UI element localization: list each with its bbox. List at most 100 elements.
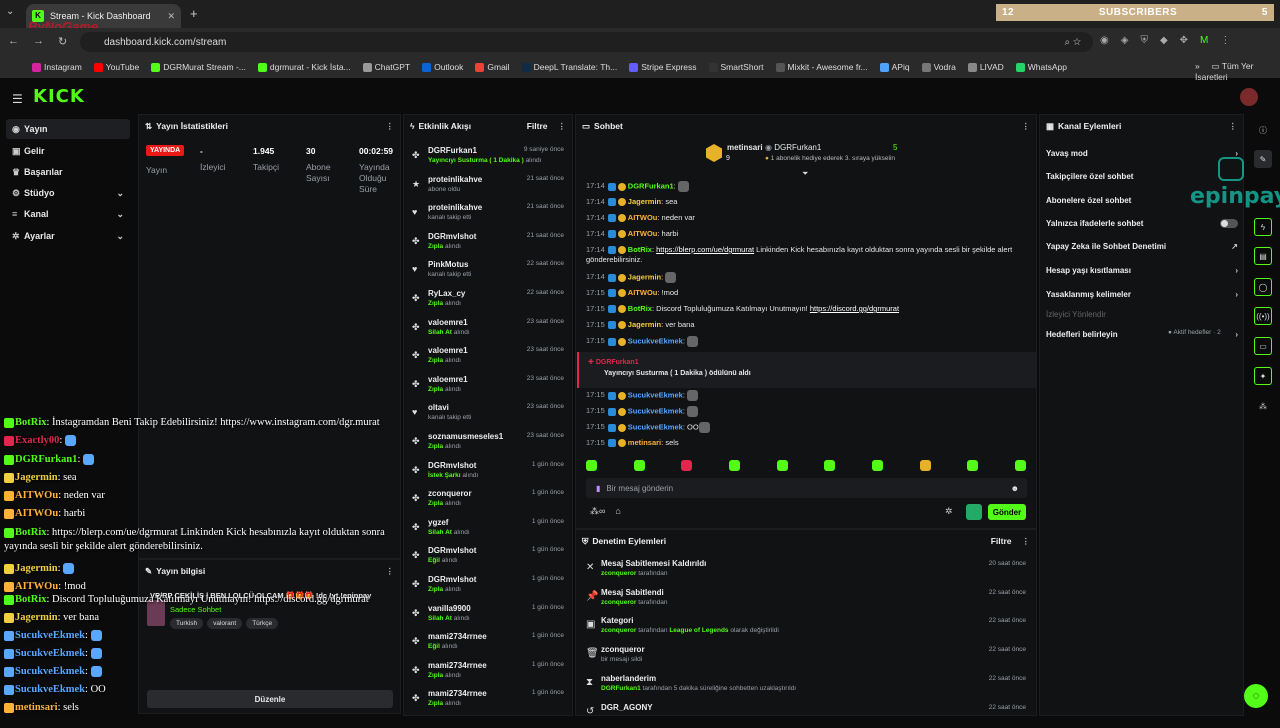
tag-chip[interactable]: Türkçe	[246, 618, 279, 629]
activity-item[interactable]: ✤ valoemre1 Zıpla alındı 23 saat önce	[408, 342, 568, 370]
moderation-user[interactable]: DGRFurkan1	[601, 685, 641, 692]
moderation-user[interactable]: zconqueror	[601, 570, 636, 577]
moderation-item[interactable]: ⧗ naberlanderim DGRFurkan1 tarafından 5 da…	[582, 671, 1032, 699]
activity-item[interactable]: ✤ vanilla9900 Silah At alındı 1 gün önce	[408, 600, 568, 628]
sidebar-item-studyo[interactable]: ⚙ Stüdyo ⌄	[6, 183, 130, 203]
document-icon[interactable]: ▤	[1254, 247, 1272, 265]
back-icon[interactable]: ←	[8, 35, 19, 48]
support-chat-icon[interactable]: ◌	[1244, 684, 1268, 708]
activity-user[interactable]: valoemre1	[428, 346, 468, 355]
monitor-icon[interactable]: ▭	[1254, 337, 1272, 355]
channel-action-item[interactable]: Yavaş mod ›	[1046, 143, 1238, 163]
activity-item[interactable]: ✤ mami2734rrnee Zıpla alındı 1 gün önce	[408, 657, 568, 685]
emote-icon[interactable]	[586, 460, 597, 471]
moderation-user[interactable]: zconqueror	[601, 627, 636, 634]
bookmark-item[interactable]: DeepL Translate: Th...	[521, 62, 617, 72]
pinned-gifter[interactable]: ◉ DGRFurkan1	[765, 143, 821, 152]
chat-message[interactable]: 17:14 AITWOu: neden var	[586, 213, 1031, 223]
chat-message[interactable]: 17:15 SucukveEkmek:	[586, 406, 1031, 417]
activity-item[interactable]: ✤ DGRmvlshot Zıpla alındı 21 saat önce	[408, 228, 568, 256]
bookmark-item[interactable]: dgrmurat - Kick İsta...	[257, 62, 351, 72]
puzzle-icon[interactable]: ✥	[1180, 35, 1188, 46]
channel-action-item[interactable]: Hesap yaşı kısıtlaması ›	[1046, 260, 1238, 280]
tag-chip[interactable]: valorant	[207, 618, 243, 629]
activity-user[interactable]: mami2734rrnee	[428, 661, 487, 670]
bookmark-item[interactable]: SmartShort	[708, 62, 764, 72]
activity-user[interactable]: DGRmvlshot	[428, 461, 476, 470]
chat-message[interactable]: 17:14 DGRFurkan1:	[586, 181, 1031, 192]
chat-message[interactable]: 17:15 metinsari: sels	[586, 438, 1031, 448]
activity-user[interactable]: DGRFurkan1	[428, 146, 477, 155]
bot-icon[interactable]	[966, 504, 982, 520]
more-icon[interactable]: ⋮	[1022, 536, 1031, 547]
menu-dots-icon[interactable]: ⋮	[1220, 35, 1230, 46]
message-user[interactable]: DGRFurkan1	[628, 181, 674, 190]
emote-icon[interactable]	[728, 460, 740, 471]
activity-item[interactable]: ✤ soznamusmeseles1 Zıpla alındı 23 saat önc…	[408, 428, 568, 456]
moderation-user[interactable]: zconqueror	[601, 599, 636, 606]
extension-icon[interactable]: ◆	[1160, 35, 1168, 46]
chat-message[interactable]: 17:15 Jagermin: ver bana	[586, 320, 1031, 330]
activity-item[interactable]: ✤ mami2734rrnee Zıpla alındı 1 gün önce	[408, 685, 568, 713]
profile-icon[interactable]: M	[1200, 35, 1208, 46]
activity-item[interactable]: ♥ oltavi kanalı takip etti 23 saat önce	[408, 399, 568, 427]
emote-icon[interactable]	[871, 460, 883, 471]
activity-user[interactable]: DGRmvlshot	[428, 575, 476, 584]
activity-user[interactable]: ygzef	[428, 518, 448, 527]
bookmark-item[interactable]: YouTube	[93, 62, 139, 72]
channel-action-item[interactable]: Takipçilere özel sohbet	[1046, 166, 1238, 186]
activity-user[interactable]: valoemre1	[428, 318, 468, 327]
chat-message[interactable]: 17:15 SucukveEkmek: OO	[586, 422, 1031, 433]
activity-item[interactable]: ✤ DGRFurkan1 Yayıncıyı Susturma ( 1 Dakika…	[408, 142, 568, 170]
chat-settings-icon[interactable]: ✲	[945, 506, 953, 517]
activity-item[interactable]: ✤ valoemre1 Zıpla alındı 23 saat önce	[408, 371, 568, 399]
share-icon[interactable]: ⁂	[1254, 397, 1272, 415]
chat-message[interactable]: 17:14 Jagermin:	[586, 272, 1031, 283]
message-user[interactable]: SucukveEkmek	[628, 406, 683, 415]
sidebar-item-ayarlar[interactable]: ✲ Ayarlar ⌄	[6, 226, 130, 246]
reload-icon[interactable]: ↻	[58, 35, 67, 48]
moderation-item[interactable]: 📌 Mesaj Sabitlendi zconqueror tarafından 2…	[582, 585, 1032, 613]
tab-search-icon[interactable]: ⌄	[6, 6, 14, 17]
sidebar-item-gelir[interactable]: ▣ Gelir	[6, 141, 130, 161]
activity-user[interactable]: proteinlikahve	[428, 203, 482, 212]
message-user[interactable]: Jagermin	[628, 320, 661, 329]
edit-button[interactable]: Düzenle	[147, 690, 393, 708]
message-user[interactable]: AITWOu	[628, 213, 658, 222]
message-user[interactable]: BotRix	[628, 245, 652, 254]
bookmark-item[interactable]: DGRMurat Stream -...	[151, 62, 246, 72]
info-icon[interactable]: ⓘ	[1254, 121, 1272, 139]
activity-item[interactable]: ♥ proteinlikahve kanalı takip etti 21 saat…	[408, 199, 568, 227]
more-icon[interactable]: ⋮	[1022, 121, 1031, 132]
chat-message[interactable]: 17:14 BotRix: https://blerp.com/ue/dgrmur…	[586, 245, 1031, 265]
filter-button[interactable]: Filtre	[991, 536, 1012, 546]
chat-message[interactable]: 17:15 AITWOu: !mod	[586, 288, 1031, 298]
activity-user[interactable]: zconqueror	[428, 489, 472, 498]
bookmark-item[interactable]: Instagram	[32, 62, 82, 72]
more-icon[interactable]: ⋮	[1229, 121, 1238, 132]
emote-icon[interactable]	[824, 460, 836, 471]
extension-icon[interactable]: ◉	[1100, 35, 1109, 46]
message-user[interactable]: SucukveEkmek	[628, 336, 683, 345]
more-icon[interactable]: ⋮	[558, 121, 567, 132]
bookmark-item[interactable]: Outlook	[422, 62, 463, 72]
activity-item[interactable]: ✤ valoemre1 Silah At alındı 23 saat önce	[408, 314, 568, 342]
bookmark-item[interactable]: WhatsApp	[1015, 62, 1067, 72]
message-link[interactable]: https://blerp.com/ue/dgrmurat	[656, 245, 754, 254]
message-user[interactable]: AITWOu	[628, 288, 658, 297]
activity-user[interactable]: mami2734rrnee	[428, 632, 487, 641]
edit-icon[interactable]: ✎	[1254, 150, 1272, 168]
pinned-user[interactable]: metinsari	[727, 143, 763, 152]
sidebar-item-yayin[interactable]: ◉ Yayın	[6, 119, 130, 139]
bookmark-item[interactable]: Vodra	[921, 62, 956, 72]
hamburger-menu-icon[interactable]: ☰	[12, 92, 23, 106]
chat-message[interactable]: 17:15 SucukveEkmek:	[586, 336, 1031, 347]
zoom-icon[interactable]: ⌕ ☆	[1064, 37, 1081, 48]
chat-message[interactable]: 17:14 AITWOu: harbi	[586, 229, 1031, 239]
moderation-item[interactable]: ▣ Kategori zconqueror tarafından League of…	[582, 613, 1032, 641]
emote-icon[interactable]	[681, 460, 693, 471]
sidebar-item-kanal[interactable]: ≡ Kanal ⌄	[6, 204, 130, 224]
activity-user[interactable]: vanilla9900	[428, 604, 471, 613]
tag-chip[interactable]: Turkish	[170, 618, 204, 629]
channel-action-item[interactable]: Yasaklanmış kelimeler ›	[1046, 284, 1238, 304]
